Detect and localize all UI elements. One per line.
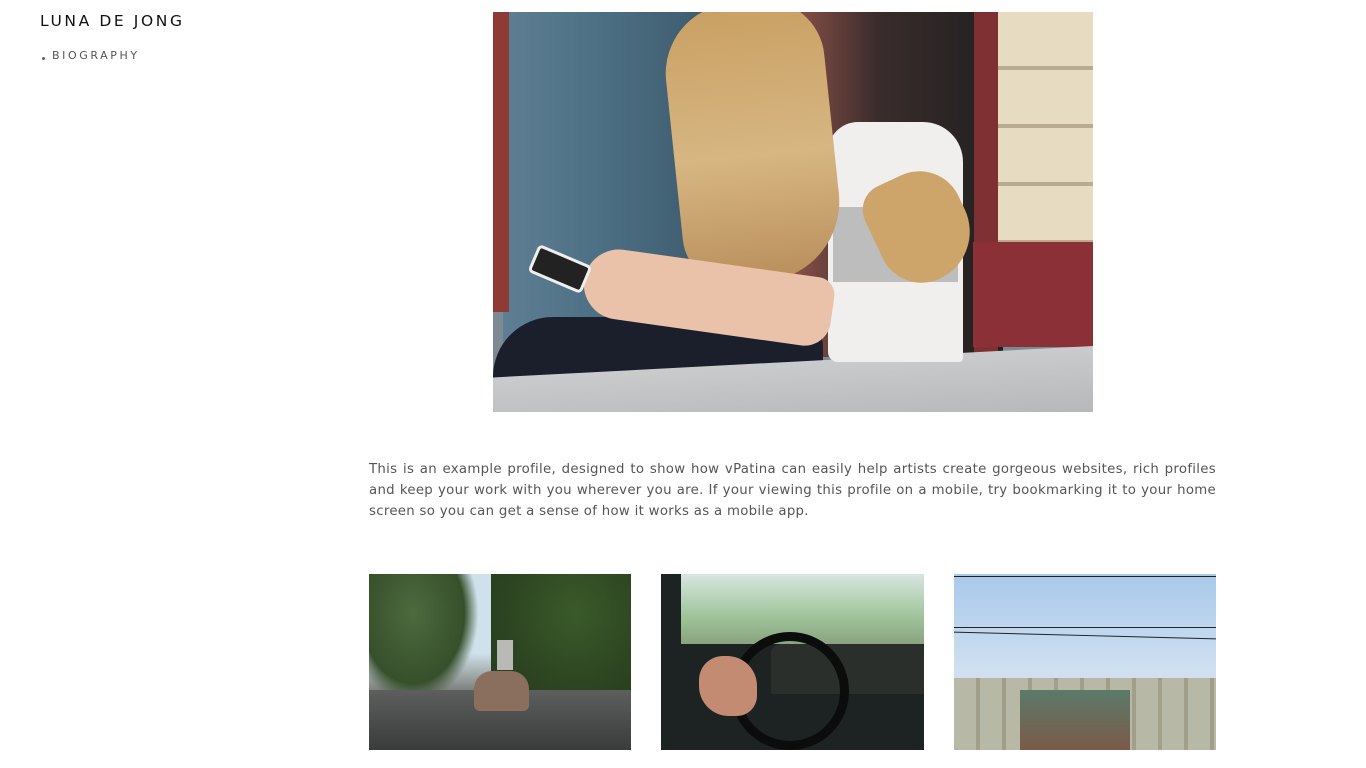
photo-bench	[973, 242, 1093, 347]
thumb-palms	[369, 574, 479, 704]
thumb-car	[474, 671, 529, 711]
thumb-tower	[497, 640, 513, 670]
gallery-thumb-car-interior[interactable]	[661, 574, 924, 750]
thumb-wire	[954, 631, 1216, 640]
thumb-hand	[699, 656, 757, 716]
thumb-balcony	[1020, 690, 1130, 750]
thumb-wire	[954, 627, 1216, 628]
nav-item-biography[interactable]: BIOGRAPHY	[42, 49, 140, 62]
gallery-thumb-street[interactable]	[369, 574, 631, 750]
photo-hair	[658, 12, 848, 290]
nav-item-label: BIOGRAPHY	[52, 49, 140, 62]
site-title[interactable]: LUNA DE JONG	[40, 12, 185, 30]
sidebar-nav: BIOGRAPHY	[42, 49, 140, 62]
page: LUNA DE JONG BIOGRAPHY This is an exampl…	[0, 0, 1366, 768]
nav-list-item: BIOGRAPHY	[42, 49, 140, 62]
hero-photo[interactable]	[493, 12, 1093, 412]
photo-door-frame	[493, 12, 509, 312]
bio-text: This is an example profile, designed to …	[369, 462, 1216, 519]
gallery-thumb-building[interactable]	[954, 574, 1216, 750]
photo-siding	[998, 12, 1093, 252]
thumb-wire	[954, 576, 1216, 577]
bullet-icon	[42, 56, 45, 60]
